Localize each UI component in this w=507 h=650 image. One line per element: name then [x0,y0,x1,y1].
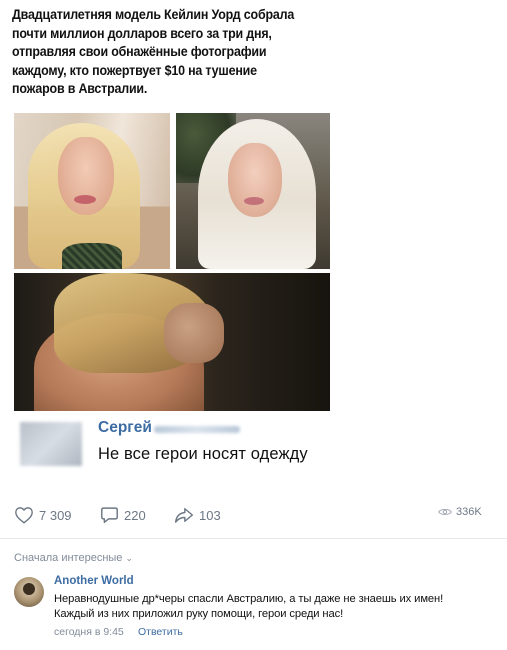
post-text-line: каждому, кто пожертвует $10 на тушение [12,62,257,78]
post-photo-2[interactable] [176,113,330,269]
photo-face [228,143,282,217]
avatar-figure [23,583,35,595]
reply-button[interactable]: Ответить [138,626,183,638]
post-text-line: пожаров в Австралии. [12,81,148,97]
quoted-comment-author: Сергей [98,419,152,436]
post-actions-bar: 7 309 220 103 336K [0,500,507,532]
eye-icon [438,509,452,515]
like-count: 7 309 [39,507,72,523]
photo-lips [74,195,96,204]
views-count: 336K [456,506,482,518]
comment-button[interactable]: 220 [100,506,146,524]
blurred-surname [154,426,240,433]
photo-hand [164,303,224,363]
sort-label: Сначала интересные [14,552,123,564]
comment-icon [101,507,118,524]
photo-lips [244,197,264,205]
chevron-down-icon: ⌄ [125,552,133,563]
post-text-line: Двадцатилетняя модель Кейлин Уорд собрал… [12,7,295,22]
heart-icon [15,507,33,524]
share-button[interactable]: 103 [174,506,221,524]
post-text-line: почти миллион долларов всего за три дня, [12,25,272,41]
comments-sort-dropdown[interactable]: Сначала интересные ⌄ [14,552,133,564]
post-text: Двадцатилетняя модель Кейлин Уорд собрал… [12,6,319,99]
views-counter: 336K [438,506,482,518]
comment-count: 220 [124,507,146,523]
like-button[interactable]: 7 309 [14,506,72,524]
divider [0,538,507,539]
blurred-avatar [20,422,82,466]
quoted-comment-card: Сергей Не все герои носят одежду [14,415,330,471]
post-photo-1[interactable] [14,113,170,269]
reply-text-line: Каждый из них приложил руку помощи, геро… [54,608,344,620]
quoted-comment-text: Не все герои носят одежду [98,445,308,463]
reply-author[interactable]: Another World [54,575,134,587]
post-text-line: отправляя свои обнажённые фотографии [12,44,267,60]
post-photo-3[interactable] [14,273,330,411]
reply-text-line: Неравнодушные др*черы спасли Австралию, … [54,593,444,605]
reply-timestamp: сегодня в 9:45 [54,626,124,638]
avatar[interactable] [14,577,44,607]
share-icon [174,508,194,523]
share-count: 103 [199,507,221,523]
photo-clothing [62,243,122,269]
